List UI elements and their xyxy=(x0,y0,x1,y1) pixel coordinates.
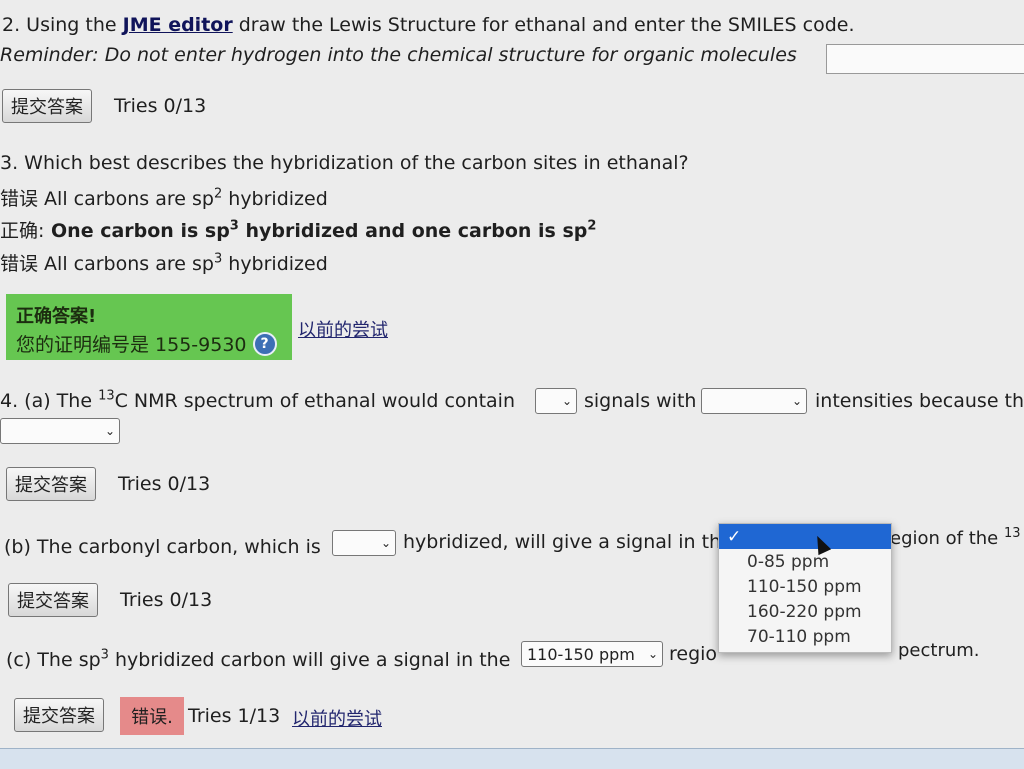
bottom-panel xyxy=(0,748,1024,769)
q2-reminder: Reminder: Do not enter hydrogen into the… xyxy=(0,44,797,66)
q4b-tries: Tries 0/13 xyxy=(120,589,213,611)
correct-answer-box: 正确答案! 您的证明编号是 155-9530 ? xyxy=(6,294,292,360)
jme-editor-link[interactable]: JME editor xyxy=(123,14,233,36)
smiles-input[interactable] xyxy=(826,44,1024,74)
q4a-intensities-select[interactable]: ⌄ xyxy=(701,388,807,414)
q3-previous-attempts-link[interactable]: 以前的尝试 xyxy=(298,316,388,342)
q4c-selected-value: 110-150 ppm xyxy=(527,644,635,664)
checkmark-icon: ✓ xyxy=(727,526,742,547)
q4c-text-1: (c) The sp3 hybridized carbon will give … xyxy=(6,647,511,671)
error-badge: 错误. xyxy=(120,697,184,735)
q4b-text-3: egion of the 13 xyxy=(890,526,1021,549)
chevron-down-icon: ⌄ xyxy=(561,394,572,408)
q4a-reason-select[interactable]: ⌄ xyxy=(0,418,120,444)
q4c-text-3: pectrum. xyxy=(898,640,980,661)
q2-tries: Tries 0/13 xyxy=(114,95,207,117)
chevron-down-icon: ⌄ xyxy=(791,394,802,408)
dropdown-option[interactable]: 110-150 ppm xyxy=(719,574,891,599)
q4c-tries: Tries 1/13 xyxy=(188,705,281,727)
q4a-text-2: signals with xyxy=(584,390,697,412)
q3-question: 3. Which best describes the hybridizatio… xyxy=(0,152,689,174)
q4b-hybridization-select[interactable]: ⌄ xyxy=(332,530,396,556)
correct-title: 正确答案! xyxy=(16,306,97,327)
q2-prefix: 2. Using the xyxy=(2,14,123,36)
q4b-text-2: hybridized, will give a signal in th xyxy=(403,531,722,553)
chevron-down-icon: ⌄ xyxy=(104,424,115,438)
q4a-tries: Tries 0/13 xyxy=(118,473,211,495)
q4c-previous-attempts-link[interactable]: 以前的尝试 xyxy=(292,705,382,731)
q3-option-1: 错误 All carbons are sp2 hybridized xyxy=(0,186,328,210)
q4a-text-1: 4. (a) The 13C NMR spectrum of ethanal w… xyxy=(0,388,516,412)
q4c-submit-button[interactable]: 提交答案 xyxy=(14,698,104,732)
q2-text: 2. Using the JME editor draw the Lewis S… xyxy=(2,14,855,36)
chevron-down-icon: ⌄ xyxy=(647,647,658,661)
q4c-region-select[interactable]: 110-150 ppm ⌄ xyxy=(521,641,663,667)
ppm-dropdown-menu[interactable]: ✓ 0-85 ppm 110-150 ppm 160-220 ppm 70-11… xyxy=(718,523,892,653)
q4b-text-1: (b) The carbonyl carbon, which is xyxy=(4,536,321,558)
q4a-text-3: intensities because the xyxy=(815,390,1024,412)
q4c-text-2: regio xyxy=(669,643,718,665)
q4a-signals-select[interactable]: ⌄ xyxy=(535,388,577,414)
dropdown-option-blank[interactable]: ✓ xyxy=(719,524,891,549)
dropdown-option[interactable]: 160-220 ppm xyxy=(719,599,891,624)
dropdown-option[interactable]: 0-85 ppm xyxy=(719,549,891,574)
certificate-text: 您的证明编号是 155-9530 xyxy=(16,334,247,356)
certificate-line: 您的证明编号是 155-9530 ? xyxy=(16,330,282,357)
chevron-down-icon: ⌄ xyxy=(380,536,391,550)
q2-submit-button[interactable]: 提交答案 xyxy=(2,89,92,123)
q2-suffix: draw the Lewis Structure for ethanal and… xyxy=(232,14,855,36)
dropdown-option[interactable]: 70-110 ppm xyxy=(719,624,891,649)
q3-option-3: 错误 All carbons are sp3 hybridized xyxy=(0,251,328,275)
q3-option-2-correct: 正确: One carbon is sp3 hybridized and one… xyxy=(0,218,597,242)
q4a-submit-button[interactable]: 提交答案 xyxy=(6,467,96,501)
help-icon[interactable]: ? xyxy=(252,331,277,356)
q4b-submit-button[interactable]: 提交答案 xyxy=(8,583,98,617)
